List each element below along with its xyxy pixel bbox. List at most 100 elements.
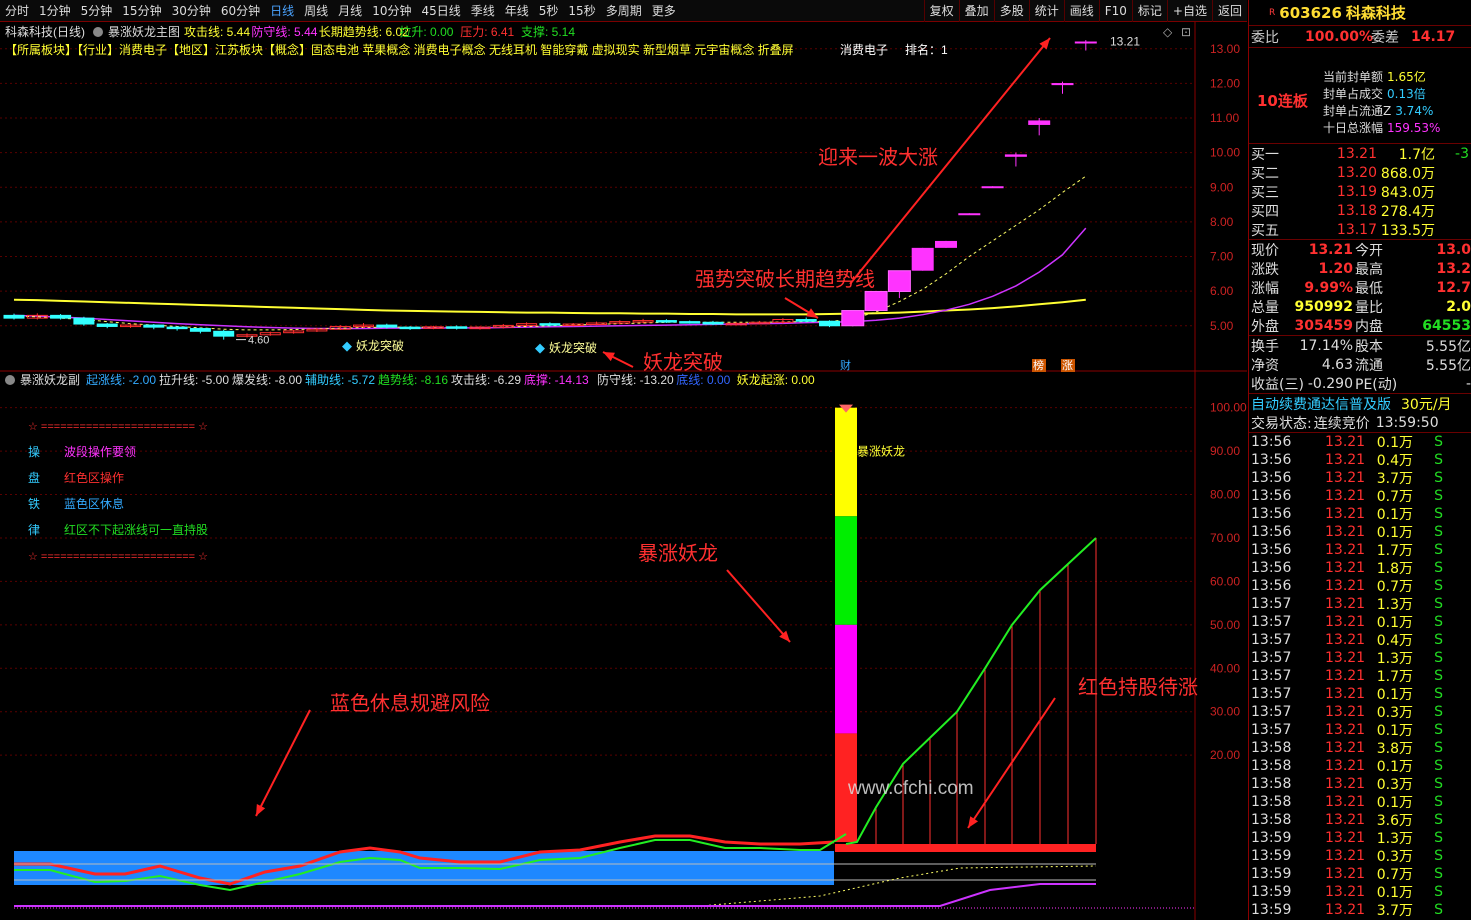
stat-value: 13.21 — [1308, 241, 1353, 258]
period-tab[interactable]: 5秒 — [534, 0, 564, 22]
candle-body — [958, 213, 981, 216]
trade-status: 交易状态: 连续竞价 13:59:50 — [1249, 413, 1471, 432]
tick-side: S — [1434, 668, 1443, 684]
seal-value: 159.53% — [1387, 121, 1441, 135]
period-tab[interactable]: 分时 — [0, 0, 34, 22]
annotation-arrow — [255, 709, 311, 817]
book-level: 买四 — [1251, 203, 1279, 220]
book-price: 13.17 — [1336, 221, 1377, 238]
tick-volume: 0.3万 — [1376, 705, 1413, 721]
tick-volume: 0.1万 — [1376, 435, 1413, 451]
stat-value: -0.290 — [1307, 375, 1353, 392]
seal-row: 封单占成交 0.13倍 — [1323, 85, 1440, 102]
indicator-param: 趋势线: -8.16 — [378, 373, 448, 387]
annotation: 强势突破长期趋势线 — [695, 268, 875, 291]
stat-value: 305459 — [1294, 317, 1353, 334]
tick-row: 13:56 13.21 0.1万 S — [1249, 433, 1471, 451]
tick-time: 13:56 — [1251, 578, 1292, 594]
period-tab[interactable]: 15分钟 — [117, 0, 166, 22]
tick-volume: 0.7万 — [1376, 579, 1413, 595]
period-tab[interactable]: 30分钟 — [167, 0, 216, 22]
tick-time: 13:56 — [1251, 452, 1292, 468]
period-tab[interactable]: 15秒 — [563, 0, 600, 22]
y-tick-label: 40.00 — [1210, 661, 1240, 675]
tool-button[interactable]: 叠加 — [958, 0, 994, 22]
stat-label: 量比 — [1355, 299, 1383, 316]
stat-value: 5.55亿 — [1425, 338, 1471, 355]
tick-row: 13:57 13.21 0.1万 S — [1249, 685, 1471, 703]
tool-button[interactable]: 复权 — [923, 0, 959, 22]
concept-line: 【所属板块】【行业】消费电子【地区】江苏板块【概念】固态电池 苹果概念 消费电子… — [5, 42, 794, 57]
y-tick-label: 11.00 — [1210, 111, 1239, 125]
period-tab[interactable]: 季线 — [466, 0, 500, 22]
candle-body — [864, 290, 888, 312]
tick-side: S — [1434, 452, 1443, 468]
period-tab[interactable]: 45日线 — [416, 0, 465, 22]
period-tab[interactable]: 周线 — [299, 0, 333, 22]
seal-value: 3.74% — [1395, 104, 1434, 118]
y-tick-label: 70.00 — [1210, 531, 1240, 545]
lianban-badge: 10连板 — [1257, 92, 1308, 110]
candle-body — [911, 247, 934, 271]
stat-value: - — [1465, 375, 1471, 392]
period-tab[interactable]: 10分钟 — [367, 0, 416, 22]
seal-label: 封单占成交 — [1323, 87, 1384, 101]
ad-text[interactable]: 自动续费通达信普及版 — [1251, 394, 1391, 414]
tick-side: S — [1434, 596, 1443, 612]
tick-price: 13.21 — [1325, 884, 1366, 900]
period-tab[interactable]: 5分钟 — [76, 0, 118, 22]
tick-list[interactable]: 13:56 13.21 0.1万 S 13:56 13.21 0.4万 S 13:56 13.21… — [1249, 433, 1471, 919]
indicator-param: 辅助线: -5.72 — [305, 373, 375, 387]
tool-button[interactable]: 画线 — [1063, 0, 1099, 22]
stat-value: 5.55亿 — [1425, 357, 1471, 374]
tick-price: 13.21 — [1325, 632, 1366, 648]
tick-side: S — [1434, 524, 1443, 540]
tick-price: 13.21 — [1325, 650, 1366, 666]
candle-body — [96, 323, 118, 327]
tool-button[interactable]: 返回 — [1211, 0, 1247, 22]
book-level: 买一 — [1251, 146, 1279, 163]
tick-volume: 3.8万 — [1376, 741, 1413, 757]
tick-time: 13:59 — [1251, 830, 1292, 846]
magenta-bottom — [14, 883, 1096, 907]
book-level: 买五 — [1251, 222, 1279, 239]
indicator-param: 底撑: -14.13 — [524, 372, 589, 387]
tool-button[interactable]: 多股 — [993, 0, 1029, 22]
sector-label: 消费电子 — [840, 43, 888, 57]
stat-value: 950992 — [1294, 298, 1353, 315]
tick-row: 13:57 13.21 1.3万 S — [1249, 649, 1471, 667]
tick-time: 13:57 — [1251, 668, 1292, 684]
signal-label: 妖龙突破 — [549, 340, 597, 355]
legend-key: 律 — [28, 523, 40, 537]
tool-button[interactable]: 标记 — [1131, 0, 1167, 22]
candle-body — [887, 270, 911, 292]
period-tab[interactable]: 60分钟 — [216, 0, 265, 22]
renew-ad[interactable]: 自动续费通达信普及版 30元/月 — [1249, 394, 1471, 413]
tick-side: S — [1434, 506, 1443, 522]
low-label: 4.60 — [248, 335, 269, 347]
tool-button[interactable]: +自选 — [1166, 0, 1212, 22]
tool-button[interactable]: F10 — [1098, 0, 1132, 22]
status-label: 交易状态: — [1251, 415, 1312, 432]
period-tab[interactable]: 月线 — [333, 0, 367, 22]
tick-volume: 0.7万 — [1376, 867, 1413, 883]
chart-area[interactable]: 5.00 6.00 7.00 8.00 9.00 10.00 11.00 12.00 13.00… — [0, 22, 1247, 920]
stat-value: 13.0 — [1436, 241, 1471, 258]
indicator-param: 爆发线: -8.00 — [232, 372, 302, 387]
tick-side: S — [1434, 848, 1443, 864]
period-tab[interactable]: 多周期 — [601, 0, 647, 22]
period-tab[interactable]: 更多 — [647, 0, 681, 22]
stat-label: 总量 — [1251, 299, 1279, 316]
tick-price: 13.21 — [1325, 830, 1366, 846]
period-tab[interactable]: 日线 — [265, 0, 299, 22]
period-tab[interactable]: 1分钟 — [34, 0, 76, 22]
tick-row: 13:58 13.21 0.3万 S — [1249, 775, 1471, 793]
indicator-name: 暴涨妖龙主图 — [108, 24, 180, 39]
tick-volume: 0.1万 — [1376, 795, 1413, 811]
weibi-label: 委比 — [1251, 29, 1279, 46]
stat-value: 2.0 — [1446, 298, 1471, 315]
period-tab[interactable]: 年线 — [500, 0, 534, 22]
tool-button[interactable]: 统计 — [1028, 0, 1064, 22]
tick-volume: 0.1万 — [1376, 723, 1413, 739]
weibi-row: 委比 100.00% 委差 14.17 — [1249, 26, 1471, 48]
